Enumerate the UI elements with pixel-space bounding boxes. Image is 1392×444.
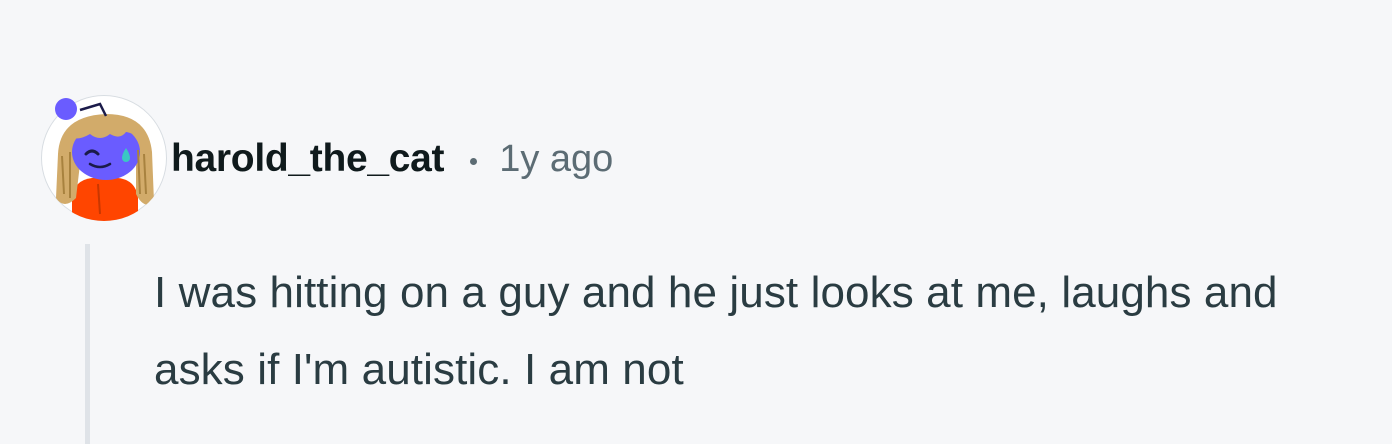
username-link[interactable]: harold_the_cat (171, 137, 445, 181)
separator-dot (470, 157, 478, 165)
user-avatar[interactable] (40, 94, 168, 222)
timestamp[interactable]: 1y ago (499, 138, 613, 181)
comment-body: I was hitting on a guy and he just looks… (154, 268, 1278, 394)
comment-meta: harold_the_cat 1y ago (171, 134, 613, 184)
snoo-avatar-icon (41, 95, 167, 221)
thread-line[interactable] (85, 244, 90, 444)
comment: harold_the_cat 1y ago I was hitting on a… (0, 0, 1392, 444)
